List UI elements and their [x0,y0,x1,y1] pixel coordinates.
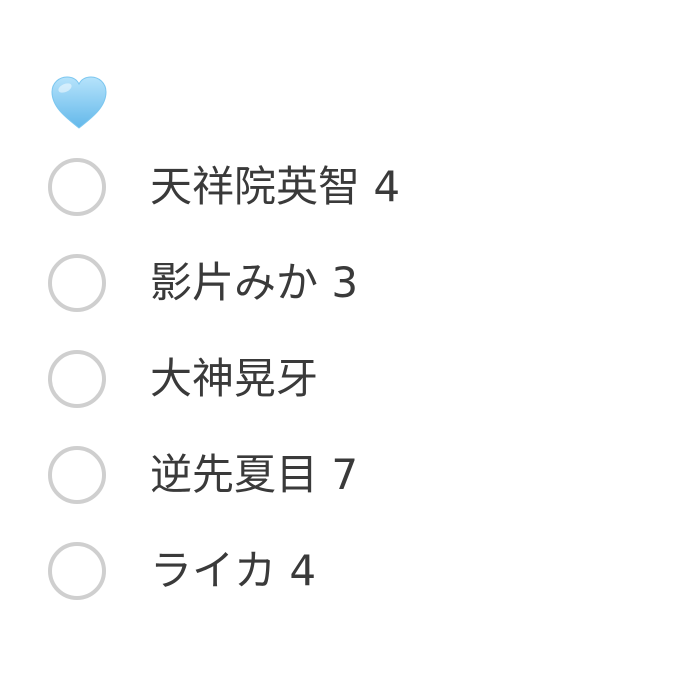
poll-option-2[interactable]: 影片みか 3 [48,251,648,315]
poll-options-list: 天祥院英智 4 影片みか 3 大神晃牙 逆先夏目 7 ライカ 4 [48,155,648,635]
radio-button[interactable] [48,254,106,312]
poll-option-label: 天祥院英智 4 [150,162,401,211]
poll-option-4[interactable]: 逆先夏目 7 [48,443,648,507]
poll-option-3[interactable]: 大神晃牙 [48,347,648,411]
radio-button[interactable] [48,350,106,408]
radio-button[interactable] [48,542,106,600]
poll-option-label: 逆先夏目 7 [150,450,359,499]
radio-button[interactable] [48,446,106,504]
poll-option-1[interactable]: 天祥院英智 4 [48,155,648,219]
radio-button[interactable] [48,158,106,216]
poll-option-label: ライカ 4 [150,546,317,595]
poll-option-5[interactable]: ライカ 4 [48,539,648,603]
poll-option-label: 大神晃牙 [150,354,319,403]
poll-option-label: 影片みか 3 [150,258,359,307]
light-blue-heart-icon [48,72,110,134]
